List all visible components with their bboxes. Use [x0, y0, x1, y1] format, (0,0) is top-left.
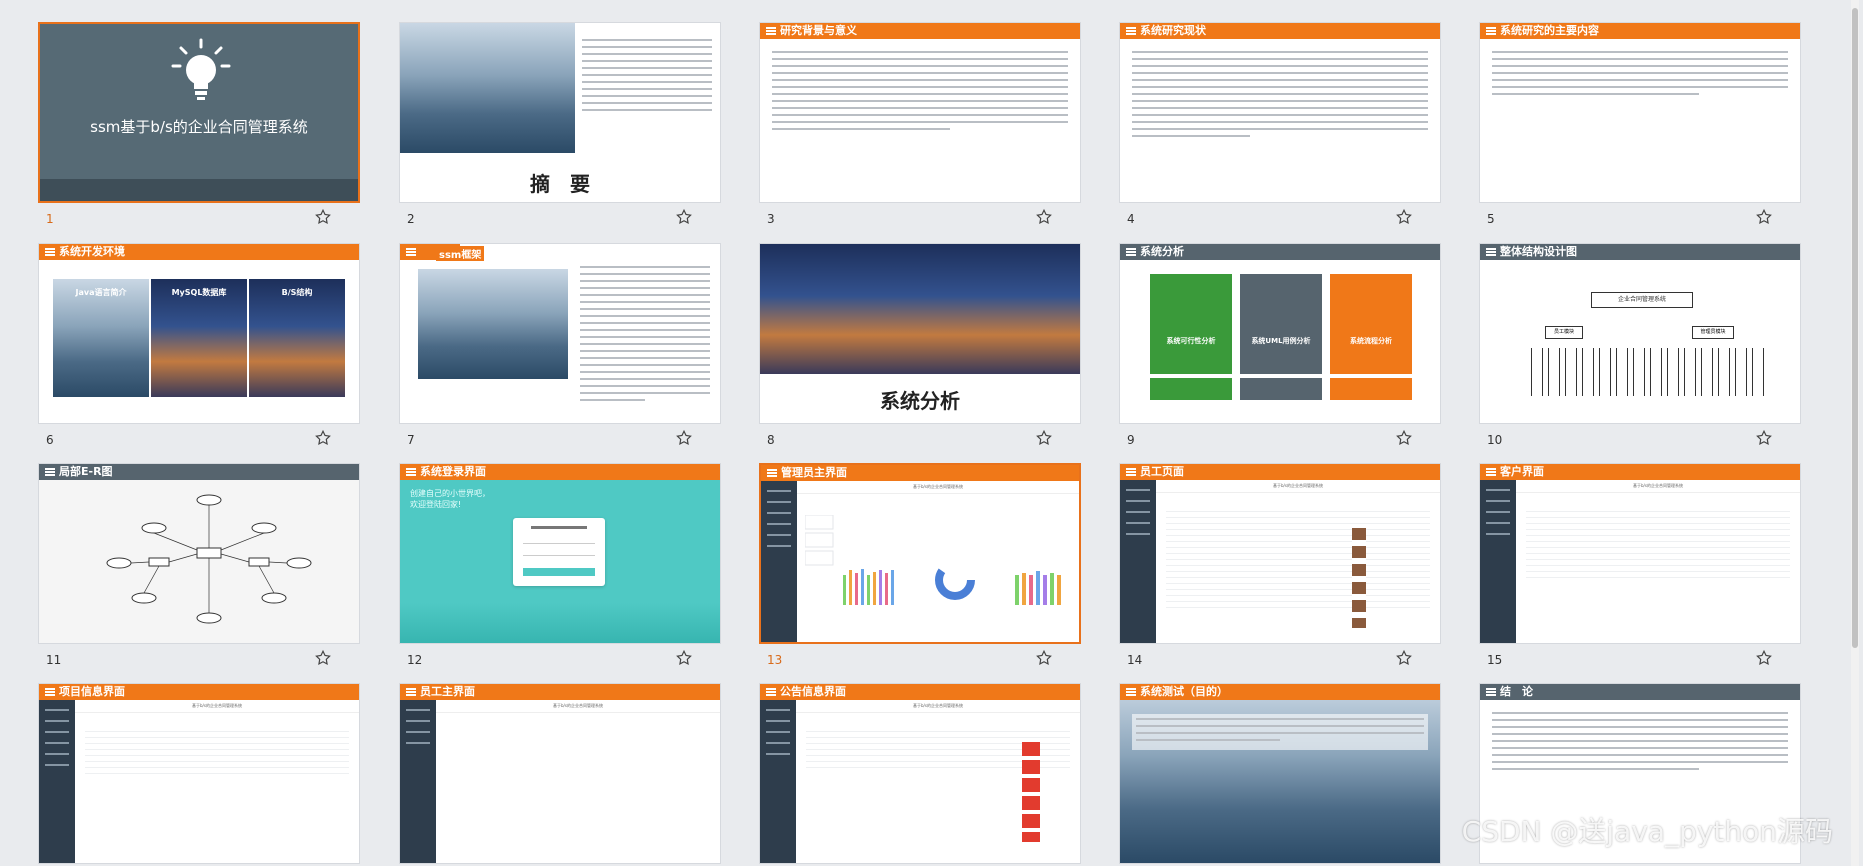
scrollbar-thumb[interactable]: [1852, 8, 1858, 648]
menu-lines-icon: [45, 688, 55, 696]
slide-number: 15: [1487, 653, 1503, 667]
menu-lines-icon: [1126, 27, 1136, 35]
star-icon[interactable]: [314, 429, 332, 447]
menu-lines-icon: [1486, 27, 1496, 35]
er-diagram: [106, 494, 312, 624]
slide-number: 6: [46, 433, 54, 447]
slide-title: 摘 要: [530, 172, 590, 196]
avatar-column: [1352, 528, 1366, 628]
star-icon[interactable]: [1755, 429, 1773, 447]
tree-root: 企业合同管理系统: [1591, 292, 1693, 308]
data-table: [1166, 506, 1430, 608]
slide-title: 系统研究现状: [1140, 24, 1206, 37]
star-icon[interactable]: [1035, 649, 1053, 667]
card-label: B/S结构: [281, 288, 313, 297]
landscape-image: [400, 23, 575, 153]
slide-title: 系统研究的主要内容: [1500, 24, 1599, 37]
vertical-scrollbar[interactable]: [1851, 0, 1859, 866]
star-icon[interactable]: [1755, 208, 1773, 226]
menu-lines-icon: [406, 468, 416, 476]
slide-title: 员工页面: [1140, 465, 1184, 478]
login-panel: [513, 518, 605, 586]
slide-title: 系统分析: [1140, 245, 1184, 258]
tree-branch: 管理员模块: [1692, 326, 1734, 339]
tree-branch: 员工模块: [1545, 326, 1583, 339]
app-title: 基于b/s的企业合同管理系统: [1156, 480, 1440, 493]
menu-lines-icon: [1126, 248, 1136, 256]
menu-lines-icon: [767, 469, 777, 477]
watermark: CSDN @送java_python源码: [1461, 815, 1833, 848]
slide-title: 公告信息界面: [780, 685, 846, 698]
star-icon[interactable]: [1395, 649, 1413, 667]
slide-title: 系统分析: [880, 389, 960, 413]
slide-number: 5: [1487, 212, 1495, 226]
star-icon[interactable]: [1395, 208, 1413, 226]
slide-number: 11: [46, 653, 62, 667]
menu-lines-icon: [1486, 248, 1496, 256]
slide-number: 9: [1127, 433, 1135, 447]
menu-lines-icon: [45, 248, 55, 256]
menu-lines-icon: [766, 27, 776, 35]
data-table: [85, 726, 349, 774]
slide-sorter-grid: ssm基于b/s的企业合同管理系统 1 摘 要 2 研究背景与意义 3 系统研究…: [0, 0, 1840, 866]
slide-number: 7: [407, 433, 415, 447]
slide-title: 客户界面: [1500, 465, 1544, 478]
menu-lines-icon: [406, 248, 416, 256]
app-title: 基于b/s的企业合同管理系统: [797, 481, 1079, 494]
slide-title: 整体结构设计图: [1500, 245, 1577, 258]
star-icon[interactable]: [1035, 429, 1053, 447]
app-title: 基于b/s的企业合同管理系统: [1516, 480, 1800, 493]
menu-lines-icon: [45, 468, 55, 476]
lightbulb-icon: [171, 38, 231, 100]
slide-title: 员工主界面: [420, 685, 475, 698]
slide-number: 12: [407, 653, 423, 667]
slide-title: ssm框架: [436, 246, 485, 261]
menu-lines-icon: [1126, 688, 1136, 696]
menu-lines-icon: [766, 688, 776, 696]
slide-number: 3: [767, 212, 775, 226]
dashboard-charts: [805, 515, 1061, 605]
app-title: 基于b/s的企业合同管理系统: [436, 700, 720, 713]
slide-number: 10: [1487, 433, 1503, 447]
star-icon[interactable]: [1035, 208, 1053, 226]
star-icon[interactable]: [675, 649, 693, 667]
slide-number: 14: [1127, 653, 1143, 667]
slide-title: 管理员主界面: [781, 466, 847, 479]
card-label: Java语言简介: [75, 288, 127, 297]
box-label: 系统可行性分析: [1166, 337, 1216, 345]
card-label: MySQL数据库: [171, 288, 227, 297]
star-icon[interactable]: [675, 208, 693, 226]
slide-number: 13: [767, 653, 783, 667]
star-icon[interactable]: [1755, 649, 1773, 667]
slide-title: 结 论: [1500, 685, 1533, 698]
star-icon[interactable]: [314, 208, 332, 226]
data-table: [1526, 506, 1790, 578]
welcome-text: 创建自己的小世界吧， 欢迎登陆回家!: [410, 489, 490, 509]
slide-number: 1: [46, 212, 54, 226]
menu-lines-icon: [406, 688, 416, 696]
slide-title: 系统登录界面: [420, 465, 486, 478]
box-label: 系统UML用例分析: [1251, 337, 1311, 345]
slide-title: 系统测试（目的）: [1140, 685, 1228, 698]
slide-title: 研究背景与意义: [780, 24, 857, 37]
city-image: [760, 244, 1080, 374]
box-label: 系统流程分析: [1350, 337, 1392, 345]
slide-title: 系统开发环境: [59, 245, 125, 258]
slide-number: 8: [767, 433, 775, 447]
landscape-image: [418, 269, 568, 379]
app-title: 基于b/s的企业合同管理系统: [75, 700, 359, 713]
slide-number: 2: [407, 212, 415, 226]
slide-title: ssm基于b/s的企业合同管理系统: [90, 118, 308, 136]
star-icon[interactable]: [1395, 429, 1413, 447]
slide-number: 4: [1127, 212, 1135, 226]
menu-lines-icon: [1126, 468, 1136, 476]
slide-title: 局部E-R图: [59, 465, 113, 478]
slide-title: 项目信息界面: [59, 685, 125, 698]
menu-lines-icon: [1486, 468, 1496, 476]
app-title: 基于b/s的企业合同管理系统: [796, 700, 1080, 713]
menu-lines-icon: [1486, 688, 1496, 696]
star-icon[interactable]: [314, 649, 332, 667]
star-icon[interactable]: [675, 429, 693, 447]
